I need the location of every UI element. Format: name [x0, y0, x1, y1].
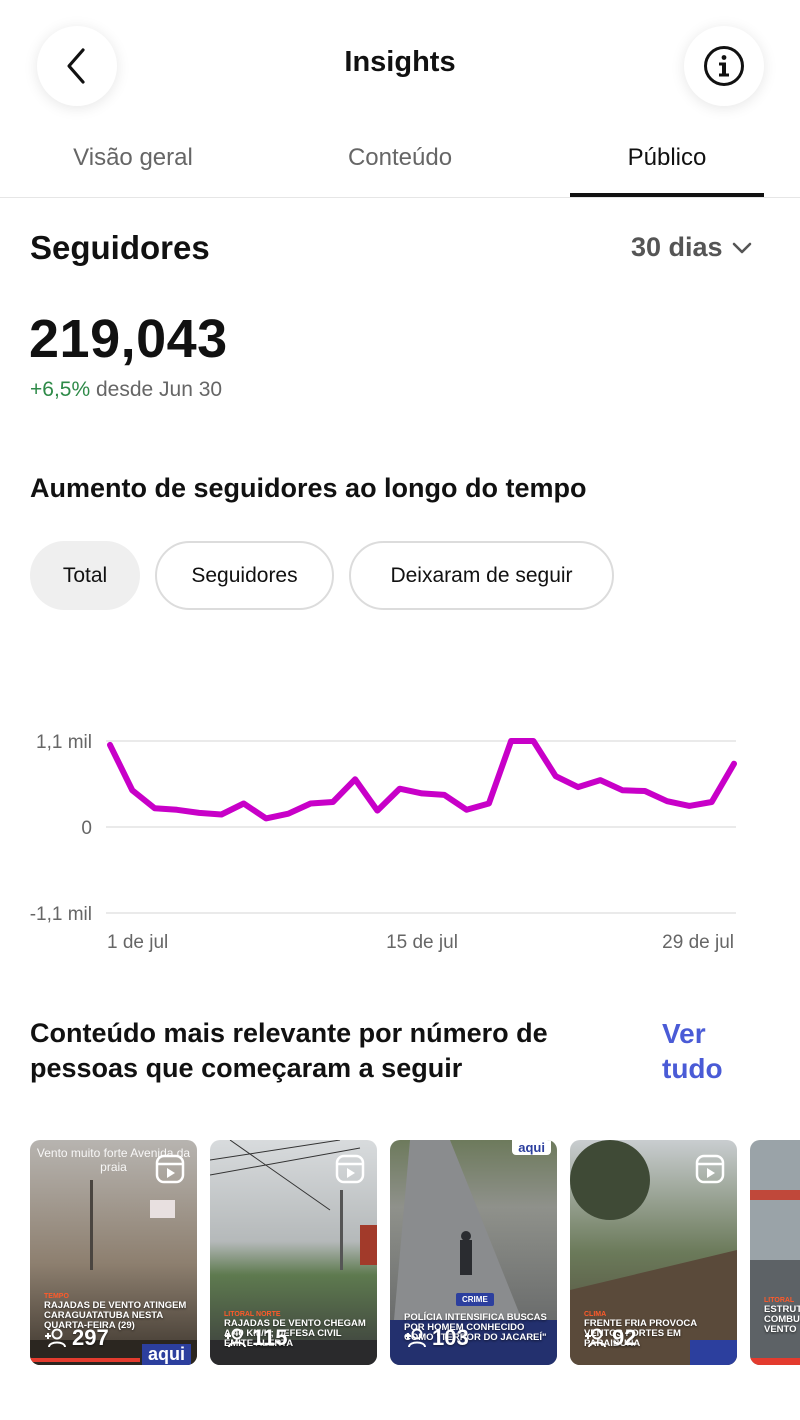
count-value: 115 [252, 1325, 288, 1350]
chevron-down-icon [732, 242, 751, 253]
y-tick-label: -1,1 mil [30, 904, 92, 925]
thumbnail-category: CLIMA [584, 1311, 607, 1318]
content-thumbnail[interactable]: aqui CRIME POLÍCIA INTENSIFICA BUSCAS PO… [390, 1140, 557, 1365]
active-tab-indicator [570, 193, 764, 197]
user-plus-icon [45, 1328, 66, 1348]
filter-total-chip[interactable]: Total [30, 541, 140, 610]
page-title: Insights [344, 46, 456, 78]
reels-icon [695, 1154, 725, 1184]
thumbnail-category: LITORAL NORTE [224, 1311, 281, 1318]
y-tick-label: 1,1 mil [36, 732, 92, 753]
info-button[interactable] [684, 26, 764, 106]
followers-delta-row: +6,5% desde Jun 30 [30, 378, 222, 402]
count-value: 297 [72, 1325, 109, 1350]
category-badge: CRIME [456, 1293, 494, 1306]
count-value: 103 [432, 1325, 469, 1350]
followers-section-title: Seguidores [30, 229, 210, 266]
user-plus-icon [405, 1328, 426, 1348]
followers-count: 219,043 [29, 309, 228, 369]
user-plus-icon [585, 1328, 606, 1348]
reels-icon [155, 1154, 185, 1184]
followers-delta-suffix: desde Jun 30 [95, 378, 223, 401]
content-thumbnail[interactable]: LITORAL NORTE RAJADAS DE VENTO CHEGAM A … [210, 1140, 377, 1365]
top-content-title: Conteúdo mais relevante por número de pe… [30, 1018, 548, 1083]
content-thumbnail[interactable]: LITORAL ESTRUTURA COMBUSTÍVEL POR VENTO [750, 1140, 800, 1365]
tab-bar: Visão geral Conteúdo Público [0, 130, 800, 198]
info-icon [704, 46, 744, 86]
brand-logo: aqui [512, 1140, 551, 1155]
thumbnail-category: LITORAL [764, 1297, 795, 1304]
x-tick-label: 15 de jul [386, 932, 458, 953]
see-all-link[interactable]: Ver tudo [662, 1016, 752, 1086]
filter-unfollowed-chip[interactable]: Deixaram de seguir [349, 541, 614, 610]
count-value: 92 [612, 1325, 637, 1350]
content-thumbnail[interactable]: CLIMA FRENTE FRIA PROVOCA VENTOS FORTES … [570, 1140, 737, 1365]
brand-logo: aqui [141, 1344, 191, 1365]
new-followers-count: 92 [584, 1325, 636, 1351]
tab-audience[interactable]: Público [534, 144, 800, 172]
period-dropdown[interactable]: 30 dias [631, 232, 755, 263]
x-tick-label: 29 de jul [662, 932, 734, 953]
growth-chart-title: Aumento de seguidores ao longo do tempo [30, 473, 587, 503]
filter-followers-chip[interactable]: Seguidores [155, 541, 334, 610]
new-followers-count: 103 [404, 1325, 469, 1351]
period-label: 30 dias [631, 232, 723, 262]
tab-content[interactable]: Conteúdo [267, 144, 533, 172]
user-plus-icon [225, 1328, 246, 1348]
followers-series-line [107, 738, 737, 822]
thumbnail-caption: ESTRUTURA COMBUSTÍVEL POR VENTO [764, 1304, 800, 1335]
content-thumbnail[interactable]: Vento muito forte Avenida da praia TEMPO… [30, 1140, 197, 1365]
reels-icon [335, 1154, 365, 1184]
top-bar: Insights Visão geral Conteúdo Público [0, 0, 800, 200]
thumbnail-category: TEMPO [44, 1293, 69, 1300]
y-tick-label: 0 [81, 818, 92, 839]
tab-overview[interactable]: Visão geral [0, 144, 266, 172]
followers-delta: +6,5% [30, 378, 91, 401]
new-followers-count: 115 [224, 1325, 288, 1351]
new-followers-count: 297 [44, 1325, 109, 1351]
x-tick-label: 1 de jul [107, 932, 168, 953]
followers-line-chart: 1,1 mil 0 -1,1 mil 1 de jul 15 de jul 29 de j… [30, 732, 737, 953]
